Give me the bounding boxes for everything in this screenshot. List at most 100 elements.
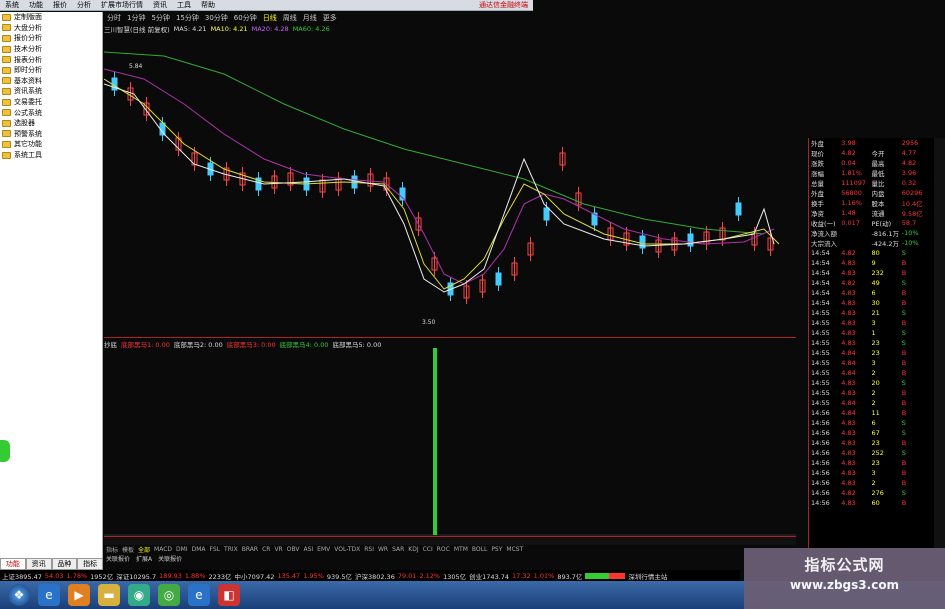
tab-function[interactable]: 功能 [0,558,26,570]
menu-help[interactable]: 帮助 [196,0,220,10]
indicator-tab[interactable]: SAR [392,546,404,553]
folder-icon[interactable]: ▬ [98,584,120,606]
period-tab[interactable]: 日线 [260,13,280,23]
tick-cell: 4.84 [841,409,856,417]
tick-cell: S [901,379,906,387]
sidebar-item[interactable]: 预警系统 [0,129,102,140]
cy-index[interactable]: 创业1743.74 [469,571,509,581]
app-icon[interactable]: ◉ [128,584,150,606]
period-tab[interactable]: 周线 [280,13,300,23]
sz-index[interactable]: 深证10295.7 [116,571,156,581]
ie2-icon[interactable]: e [188,584,210,606]
period-tab[interactable]: 15分钟 [173,13,202,23]
indicator-tab[interactable]: BRAR [242,546,258,553]
quote-row: 收益(一) 0.017 PE(动) 58.7 [809,218,934,228]
quote-cell: 量比 [871,180,885,188]
tick-cell: 4.83 [841,319,856,327]
sidebar-item[interactable]: 报价分析 [0,33,102,44]
sub-tab-2[interactable]: 扩展A [136,554,152,563]
indicator-tab[interactable]: EMV [317,546,330,553]
period-tab[interactable]: 1分钟 [124,13,148,23]
indicator-tab[interactable]: RSI [364,546,374,553]
period-tab[interactable]: 更多 [320,13,340,23]
indicator-tab[interactable]: 模板 [122,545,134,554]
indicator-tab[interactable]: MACD [154,546,172,553]
indicator-tab[interactable]: DMA [192,546,206,553]
menu-extended-market[interactable]: 扩展市场行情 [96,0,148,10]
sidebar-item[interactable]: 大盘分析 [0,23,102,34]
hs-index[interactable]: 沪深3802.36 [355,571,395,581]
ie-icon[interactable]: e [38,584,60,606]
period-tab[interactable]: 30分钟 [202,13,231,23]
sz-change: 189.93 [159,571,182,580]
indicator-tab[interactable]: PSY [491,546,502,553]
browser-icon[interactable]: ◎ [158,584,180,606]
indicator-tab[interactable]: FSL [210,546,221,553]
indicator-tab[interactable]: OBV [287,546,300,553]
zx-change: 135.47 [277,571,301,580]
right-toolbar[interactable] [934,138,945,548]
sidebar-item[interactable]: 基本资料 [0,76,102,87]
indicator-tab[interactable]: MCST [506,546,523,553]
sidebar-item[interactable]: 即时分析 [0,65,102,76]
sidebar-item[interactable]: 报表分析 [0,54,102,65]
indicator-tab[interactable]: WR [378,546,388,553]
tab-news[interactable]: 资讯 [25,558,52,570]
menu-tools[interactable]: 工具 [172,0,196,10]
period-tab[interactable]: 5分钟 [148,13,172,23]
sidebar-item[interactable]: 公式系统 [0,107,102,118]
quote-cell: 9.58亿 [901,210,923,218]
menu-function[interactable]: 功能 [24,0,48,10]
period-bar: 分时 1分钟 5分钟 15分钟 30分钟 60分钟 日线 周线 月线 更多 [104,12,533,23]
menu-news[interactable]: 资讯 [148,0,172,10]
period-tab[interactable]: 月线 [300,13,320,23]
media-player-icon[interactable]: ▶ [68,584,90,606]
menu-quote[interactable]: 报价 [48,0,72,10]
tdx-icon[interactable]: ◧ [218,584,240,606]
tab-variety[interactable]: 品种 [51,558,78,570]
indicator-tab[interactable]: CR [262,546,270,553]
indicator-tab[interactable]: DMI [176,546,188,553]
indicator-tab[interactable]: ROC [437,546,450,553]
tick-cell: 2 [871,399,876,407]
sidebar-item-label: 资讯系统 [14,87,42,96]
indicator-tab[interactable]: VR [274,546,282,553]
indicator-tab[interactable]: TRIX [224,546,238,553]
sidebar-item[interactable]: 定制版面 [0,12,102,23]
sidebar-item[interactable]: 资讯系统 [0,86,102,97]
indicator-tab[interactable]: 指标 [106,545,118,554]
menu-analysis[interactable]: 分析 [72,0,96,10]
indicator-line1: 底部黑马1: 0.00 [121,340,170,349]
server-label[interactable]: 深圳行情主站 [628,571,667,581]
sidebar-item[interactable]: 其它功能 [0,139,102,150]
kline-chart[interactable]: 5.84 3.50 [104,34,796,337]
zx-index[interactable]: 中小7097.42 [235,571,275,581]
tick-cell: 14:55 [811,339,830,347]
sidebar-item[interactable]: 选股器 [0,118,102,129]
indicator-chart[interactable] [104,348,796,536]
indicator-tab[interactable]: MTM [454,546,468,553]
period-tab[interactable]: 分时 [104,13,124,23]
quote-cell: 最高 [871,160,885,168]
sub-tab-3[interactable]: 关联报价 [158,554,182,563]
indicator-tab[interactable]: BOLL [472,546,487,553]
sidebar-item[interactable]: 系统工具 [0,150,102,161]
tab-indicator[interactable]: 指标 [77,558,103,570]
floating-widget[interactable] [0,440,10,462]
indicator-tab[interactable]: VOL-TDX [334,546,360,553]
sidebar-item[interactable]: 技术分析 [0,44,102,55]
indicator-tab[interactable]: KDJ [408,546,418,553]
sidebar-item[interactable]: 交易委托 [0,97,102,108]
quote-cell: 现价 [811,150,824,158]
indicator-tab[interactable]: 全部 [138,545,150,554]
period-tab[interactable]: 60分钟 [231,13,260,23]
tick-cell: S [901,449,906,457]
indicator-tab[interactable]: CCI [423,546,433,553]
indicator-tab[interactable]: ASI [303,546,313,553]
tick-cell: 4.82 [841,279,856,287]
quote-cell: 3.96 [901,169,917,177]
menu-system[interactable]: 系统 [0,0,24,10]
start-button-icon[interactable]: ❖ [8,584,30,606]
sub-tab-1[interactable]: 关联报价 [106,554,130,563]
sh-index[interactable]: 上证3895.47 [2,571,42,581]
